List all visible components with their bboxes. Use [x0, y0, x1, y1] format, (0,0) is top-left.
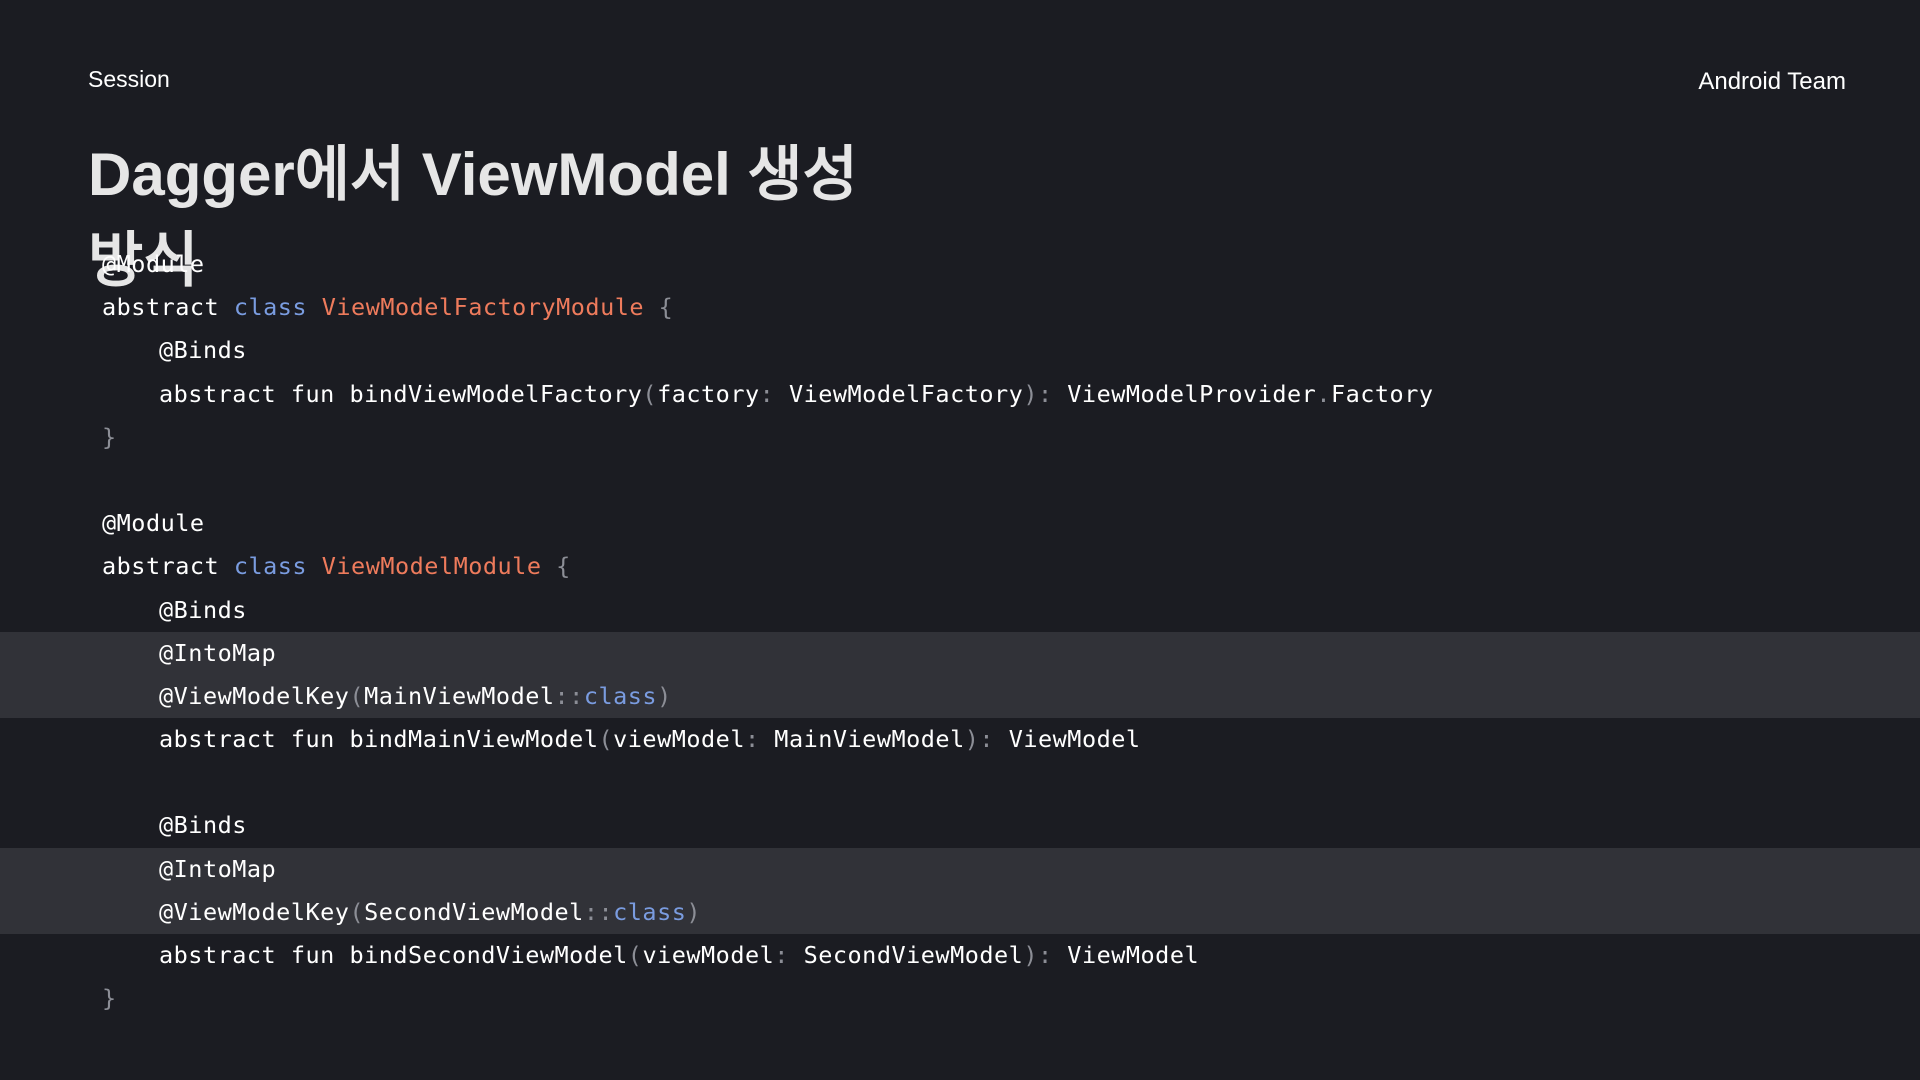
session-label: Session — [88, 66, 170, 92]
paren: ) — [657, 681, 672, 710]
code-line: abstract fun bindSecondViewModel(viewMod… — [0, 934, 1920, 977]
intomap-annotation: @IntoMap — [159, 854, 277, 883]
param-type: MainViewModel — [774, 725, 965, 754]
viewmodelkey-annotation: @ViewModelKey — [159, 681, 350, 710]
code-line-highlighted: @IntoMap — [0, 631, 1920, 675]
code-line: abstract class ViewModelFactoryModule { — [0, 286, 1920, 329]
param-name: viewModel — [642, 941, 775, 969]
fun-keyword: fun — [290, 379, 335, 408]
scope-operator: :: — [554, 681, 584, 710]
paren: ( — [349, 681, 365, 710]
function-name: bindMainViewModel — [349, 725, 599, 754]
code-line: } — [0, 416, 1920, 459]
close-brace: } — [102, 422, 117, 451]
code-line: @Module — [0, 502, 1920, 545]
class-keyword: class — [613, 897, 687, 926]
team-label: Android Team — [1698, 68, 1846, 95]
code-line: @Binds — [0, 329, 1920, 372]
abstract-keyword: abstract — [159, 725, 277, 754]
abstract-keyword: abstract — [159, 379, 277, 408]
code-line-highlighted: @IntoMap — [0, 847, 1920, 891]
colon: : — [979, 725, 995, 754]
param-type: SecondViewModel — [803, 941, 1024, 969]
code-block: @Module abstract class ViewModelFactoryM… — [0, 243, 1920, 1020]
colon: : — [774, 941, 789, 969]
scope-operator: :: — [583, 897, 614, 926]
paren: ( — [642, 379, 658, 408]
colon: : — [759, 379, 775, 408]
paren: ) — [1023, 941, 1038, 969]
abstract-keyword: abstract — [102, 552, 220, 581]
code-line-highlighted: @ViewModelKey(MainViewModel::class) — [0, 674, 1920, 719]
binds-annotation: @Binds — [159, 811, 247, 840]
code-line: abstract fun bindMainViewModel(viewModel… — [0, 718, 1920, 761]
code-line: } — [0, 977, 1920, 1020]
slide: Session Android Team Dagger에서 ViewModel … — [0, 0, 1920, 1080]
class-keyword: class — [233, 552, 308, 581]
return-type: ViewModel — [1067, 941, 1200, 969]
close-brace: } — [102, 984, 117, 1013]
code-line: abstract class ViewModelModule { — [0, 545, 1920, 588]
paren: ) — [1023, 379, 1038, 408]
paren: ) — [686, 897, 702, 926]
param-type: ViewModelFactory — [788, 379, 1024, 408]
function-name: bindViewModelFactory — [349, 379, 643, 408]
paren: ( — [349, 897, 365, 926]
binds-annotation: @Binds — [159, 595, 247, 624]
code-line: @Binds — [0, 804, 1920, 847]
open-brace: { — [556, 552, 571, 581]
code-line: @Binds — [0, 589, 1920, 632]
colon: : — [1037, 379, 1053, 408]
fun-keyword: fun — [290, 725, 335, 754]
class-keyword: class — [583, 681, 658, 710]
code-line: @Module — [0, 243, 1920, 286]
abstract-keyword: abstract — [102, 293, 220, 322]
param-name: factory — [657, 379, 760, 408]
binds-annotation: @Binds — [159, 336, 247, 365]
class-keyword: class — [233, 293, 308, 322]
intomap-annotation: @IntoMap — [159, 638, 277, 667]
return-type: ViewModelProvider — [1067, 379, 1317, 408]
module-annotation: @Module — [102, 509, 205, 538]
paren: ) — [964, 725, 980, 754]
module-annotation: @Module — [102, 250, 205, 278]
class-name: ViewModelModule — [321, 552, 542, 581]
viewmodelkey-annotation: @ViewModelKey — [159, 897, 350, 926]
paren: ( — [598, 725, 614, 754]
open-brace: { — [658, 293, 674, 322]
code-line-highlighted: @ViewModelKey(SecondViewModel::class) — [0, 890, 1920, 934]
viewmodel-class-ref: MainViewModel — [364, 681, 555, 710]
colon: : — [744, 725, 760, 754]
return-type: ViewModel — [1008, 725, 1141, 754]
fun-keyword: fun — [290, 941, 335, 969]
abstract-keyword: abstract — [159, 941, 277, 969]
viewmodel-class-ref: SecondViewModel — [364, 897, 584, 926]
return-type-member: Factory — [1330, 379, 1434, 408]
class-name: ViewModelFactoryModule — [321, 293, 645, 322]
function-name: bindSecondViewModel — [349, 941, 628, 969]
code-line: abstract fun bindViewModelFactory(factor… — [0, 373, 1920, 416]
param-name: viewModel — [613, 725, 745, 754]
dot: . — [1316, 379, 1331, 408]
paren: ( — [627, 941, 643, 969]
colon: : — [1037, 941, 1053, 969]
